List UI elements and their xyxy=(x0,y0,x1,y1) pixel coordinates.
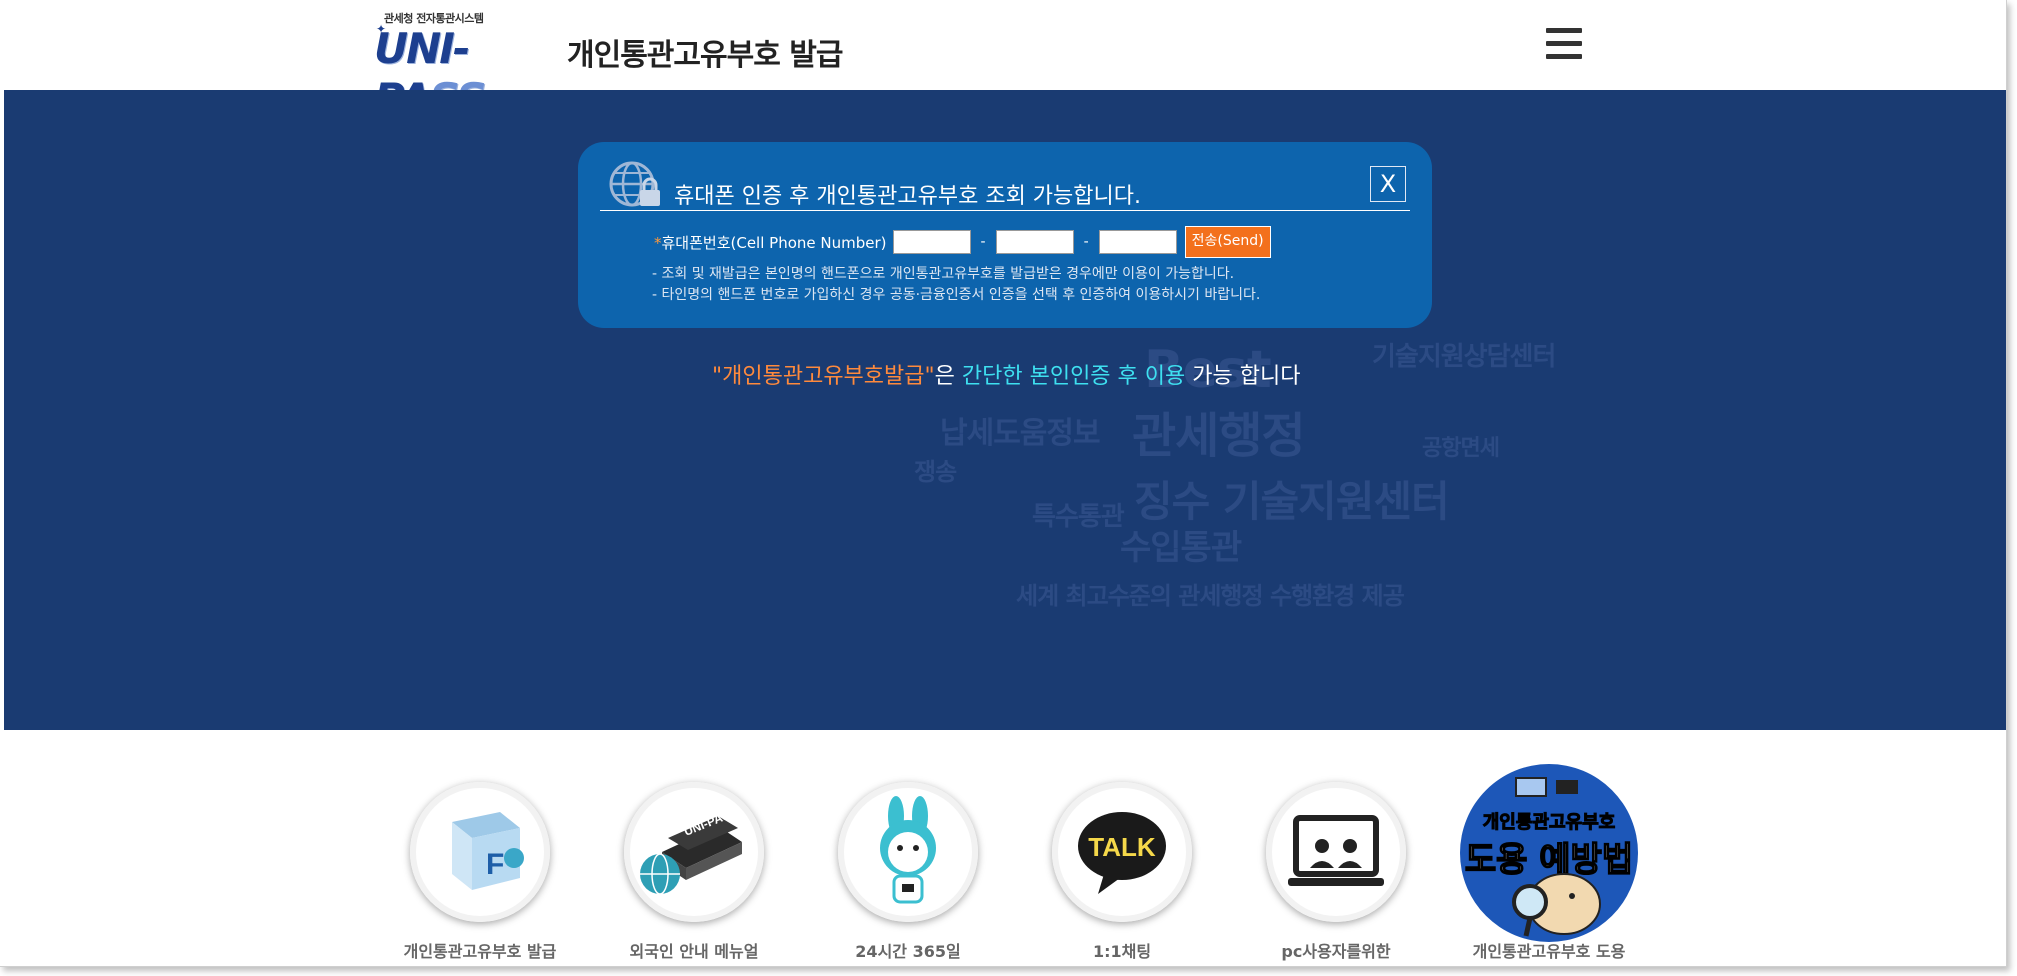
bg-word: 세계 최고수준의 관세행정 수행환경 제공 xyxy=(1016,582,1405,610)
shortcut-chat[interactable]: TALK 1:1채팅 xyxy=(1032,760,1212,970)
dog-graphic xyxy=(1512,777,1601,937)
tagline-highlight: "개인통관고유부호발급" xyxy=(712,364,935,389)
bg-word: 납세도움정보 xyxy=(940,416,1101,451)
monitor-users-icon xyxy=(1266,782,1406,922)
modal-divider xyxy=(600,210,1410,211)
shortcut-row: F 개인통관고유부호 발급 UNI-PASS 외국인 안내 메뉴얼 24시간 3… xyxy=(0,760,2006,970)
bg-word: 기술지원상담센터 xyxy=(1372,342,1556,372)
detective-dog-icon[interactable]: 개인통관고유부호 도용 예방법 xyxy=(1460,764,1638,942)
tagline-end: 가능 합니다 xyxy=(1185,364,1301,389)
phone-number-row: *휴대폰번호(Cell Phone Number) - - 전송(Send) xyxy=(654,226,1271,258)
monitor-graphic xyxy=(1288,815,1384,886)
shortcut-label: 개인통관고유부호 발급 xyxy=(403,942,557,961)
globe-lock-icon xyxy=(609,161,660,207)
required-star: * xyxy=(654,233,662,252)
menu-bar xyxy=(1546,41,1582,46)
menu-bar xyxy=(1546,28,1582,33)
menu-bar xyxy=(1546,54,1582,59)
hamburger-menu-icon[interactable] xyxy=(1546,28,1582,60)
dash-separator: - xyxy=(980,234,986,250)
modal-title: 휴대폰 인증 후 개인통관고유부호 조회 가능합니다. xyxy=(674,184,1142,209)
shortcut-foreigner-manual[interactable]: UNI-PASS 외국인 안내 메뉴얼 xyxy=(604,760,784,970)
shortcut-label: 24시간 365일 xyxy=(855,942,961,961)
bg-word: 수입통관 xyxy=(1120,528,1242,568)
dash-separator: - xyxy=(1083,234,1089,250)
uni-pass-logo[interactable]: 관세청 전자통관시스템 ✦ UNI-PASS xyxy=(374,10,560,123)
phone-label: *휴대폰번호(Cell Phone Number) xyxy=(654,232,887,253)
phone-label-text: 휴대폰번호(Cell Phone Number) xyxy=(661,233,887,252)
cube-f-graphic: F xyxy=(452,812,524,890)
shortcut-pc-users[interactable]: pc사용자를위한 xyxy=(1246,760,1426,970)
phone-part1-input[interactable] xyxy=(892,230,971,254)
shortcut-label: pc사용자를위한 xyxy=(1281,942,1391,961)
shortcut-label: 1:1채팅 xyxy=(1092,942,1152,961)
svg-text:TALK: TALK xyxy=(1088,832,1156,862)
bg-word: 특수통관 xyxy=(1032,502,1125,532)
svg-text:F: F xyxy=(486,848,504,881)
books-graphic: UNI-PASS xyxy=(640,805,742,895)
shortcut-24h[interactable]: 24시간 365일 xyxy=(818,760,998,970)
note-line: - 조회 및 재발급은 본인명의 핸드폰으로 개인통관고유부호를 발급받은 경우… xyxy=(652,266,1235,282)
bg-word: 공항면세 xyxy=(1422,436,1500,461)
tagline-cyan: 간단한 본인인증 후 이용 xyxy=(961,364,1186,389)
page-frame: 관세청 전자통관시스템 ✦ UNI-PASS 개인통관고유부호 발급 품 Bes… xyxy=(0,0,2007,967)
phone-part2-input[interactable] xyxy=(995,230,1074,254)
hero-tagline: "개인통관고유부호발급"은 간단한 본인인증 후 이용 가능 합니다 xyxy=(712,358,1300,390)
unipass-books-globe-icon: UNI-PASS xyxy=(624,782,764,922)
talk-bubble-icon: TALK xyxy=(1052,782,1192,922)
modal-notes: - 조회 및 재발급은 본인명의 핸드폰으로 개인통관고유부호를 발급받은 경우… xyxy=(652,264,1260,306)
note-line: - 타인명의 핸드폰 번호로 가입하신 경우 공동·금융인증서 인증을 선택 후… xyxy=(652,287,1261,303)
cube-f-icon: F xyxy=(410,782,550,922)
talk-graphic: TALK xyxy=(1078,812,1166,894)
bg-word: 쟁송 xyxy=(914,458,957,486)
rabbit-mascot-icon xyxy=(838,782,978,922)
site-header: 관세청 전자통관시스템 ✦ UNI-PASS 개인통관고유부호 발급 xyxy=(4,0,2006,123)
phone-part3-input[interactable] xyxy=(1098,230,1177,254)
page-title: 개인통관고유부호 발급 xyxy=(567,38,843,73)
close-button[interactable]: X xyxy=(1370,166,1406,202)
send-button[interactable]: 전송(Send) xyxy=(1184,226,1271,258)
shortcut-issue[interactable]: F 개인통관고유부호 발급 xyxy=(390,760,570,970)
shortcut-label: 외국인 안내 메뉴얼 xyxy=(629,942,759,961)
tagline-text: 은 xyxy=(934,364,962,389)
phone-verification-modal: 휴대폰 인증 후 개인통관고유부호 조회 가능합니다. X *휴대폰번호(Cel… xyxy=(578,142,1432,328)
bg-word: 관세행정 xyxy=(1132,408,1306,464)
rabbit-graphic xyxy=(880,796,936,904)
